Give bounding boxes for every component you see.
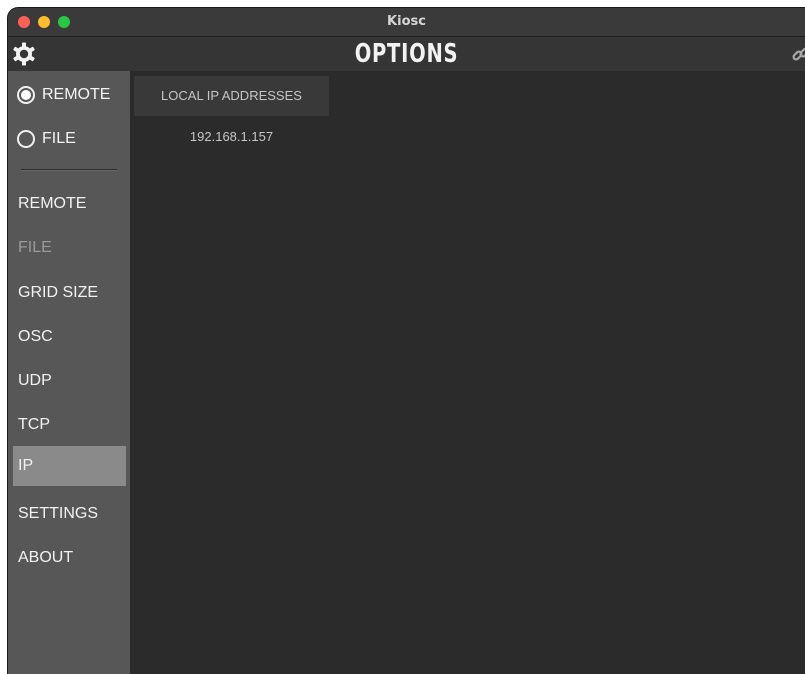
mode-radio-file[interactable]: FILE [8, 121, 130, 157]
sidebar-item-settings[interactable]: SETTINGS [13, 494, 126, 534]
sidebar-item-udp[interactable]: UDP [13, 361, 126, 401]
sidebar-item-tcp[interactable]: TCP [13, 405, 126, 445]
app-window: Kiosc OPTIONS REMOTE FILE REMOTE FILE GR… [8, 8, 805, 674]
mode-radio-remote[interactable]: REMOTE [8, 77, 130, 113]
sidebar-item-grid-size[interactable]: GRID SIZE [13, 273, 126, 313]
sidebar: REMOTE FILE REMOTE FILE GRID SIZE OSC UD… [8, 71, 130, 674]
radio-dot [21, 90, 31, 100]
window-title: Kiosc [387, 14, 426, 29]
sidebar-divider [21, 169, 117, 171]
link-icon[interactable] [791, 44, 805, 64]
radio-button[interactable] [17, 130, 35, 148]
mode-radio-label: FILE [42, 130, 76, 147]
ip-address-value[interactable]: 192.168.1.157 [134, 123, 329, 151]
section-header-local-ip: LOCAL IP ADDRESSES [134, 76, 329, 116]
title-bar[interactable]: Kiosc [8, 8, 805, 37]
page-title: OPTIONS [354, 39, 459, 69]
content-panel: LOCAL IP ADDRESSES 192.168.1.157 [130, 71, 805, 674]
sidebar-item-osc[interactable]: OSC [13, 317, 126, 357]
sidebar-item-file[interactable]: FILE [13, 228, 126, 268]
sidebar-item-remote[interactable]: REMOTE [13, 184, 126, 224]
options-header: OPTIONS [8, 37, 805, 71]
gear-icon[interactable] [12, 42, 36, 66]
mode-radio-label: REMOTE [42, 86, 111, 103]
sidebar-item-ip[interactable]: IP [13, 446, 126, 486]
radio-button-selected[interactable] [17, 86, 35, 104]
sidebar-item-about[interactable]: ABOUT [13, 538, 126, 578]
